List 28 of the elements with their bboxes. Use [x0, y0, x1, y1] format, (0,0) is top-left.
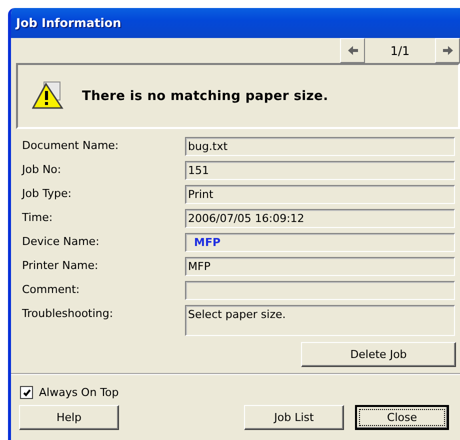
field-label: Job No: — [22, 162, 62, 176]
previous-button[interactable] — [340, 38, 365, 63]
field-label: Job Type: — [22, 186, 72, 200]
field-label: Comment: — [22, 282, 81, 296]
right-arrow-icon — [442, 46, 452, 55]
field-value: bug.txt — [185, 137, 455, 156]
field-label: Device Name: — [22, 234, 100, 248]
message-text: There is no matching paper size. — [82, 88, 328, 104]
field-label: Time: — [22, 210, 54, 224]
field-value: 2006/07/05 16:09:12 — [185, 209, 455, 228]
field-value: 151 — [185, 161, 455, 180]
field-value: MFP — [185, 257, 455, 276]
next-button[interactable] — [435, 38, 460, 63]
delete-job-button[interactable]: Delete Job — [301, 342, 456, 367]
dialog-button[interactable]: Help — [19, 405, 119, 430]
window-title: Job Information — [16, 16, 122, 30]
field-label: Document Name: — [22, 138, 120, 152]
left-arrow-icon — [348, 46, 358, 55]
dialog-button[interactable]: Job List — [244, 405, 344, 430]
checkbox-label: Always On Top — [39, 386, 119, 399]
dialog-button[interactable]: Close — [355, 405, 449, 430]
field-value: MFP — [185, 233, 455, 252]
checkbox[interactable] — [20, 386, 33, 399]
field-label: Printer Name: — [22, 258, 100, 272]
field-label: Troubleshooting: — [22, 306, 114, 320]
field-value: Print — [185, 185, 455, 204]
field-value: Select paper size. — [185, 305, 455, 336]
page-counter: 1/1 — [389, 44, 411, 58]
